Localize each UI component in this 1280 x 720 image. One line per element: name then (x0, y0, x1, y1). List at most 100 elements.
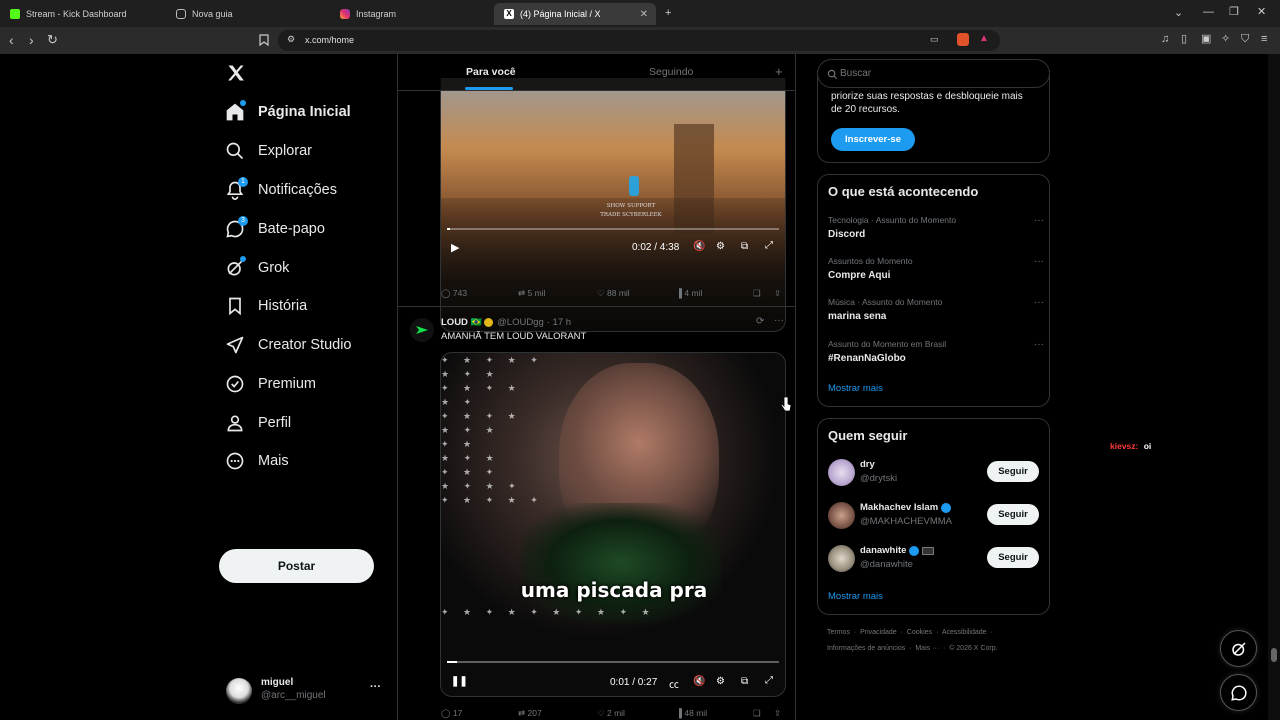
repost-button[interactable]: ⇄ 207 (518, 708, 542, 719)
browser-tab-kick[interactable]: Stream - Kick Dashboard (0, 3, 165, 25)
suggested-user-name[interactable]: Makhachev Islam (860, 502, 952, 513)
cast-icon[interactable]: ▭ (930, 35, 939, 44)
reload-icon[interactable]: ↻ (47, 33, 58, 46)
sidebar-item-profile[interactable]: Perfil (222, 406, 291, 440)
more-icon[interactable]: ··· (1034, 297, 1044, 308)
fullscreen-icon[interactable]: ⤢ (765, 240, 773, 251)
more-icon[interactable]: ··· (370, 681, 381, 693)
messages-floating-button[interactable] (1220, 674, 1257, 711)
brave-rewards-icon[interactable]: ▲ (979, 34, 989, 44)
bookmark-page-icon[interactable] (259, 34, 269, 49)
add-tab-button[interactable]: + (775, 64, 783, 79)
wallet-icon[interactable]: ▣ (1201, 34, 1211, 45)
site-settings-icon[interactable]: ⚙ (287, 35, 295, 44)
tab-following[interactable]: Seguindo (649, 66, 693, 78)
footer-link-cookies[interactable]: Cookies (907, 629, 932, 636)
post-button[interactable]: Postar (219, 549, 374, 583)
mute-icon[interactable]: 🔇 (693, 241, 705, 252)
show-more-who-link[interactable]: Mostrar mais (828, 591, 883, 602)
more-icon[interactable]: ··· (1034, 256, 1044, 267)
bookmark-icon[interactable]: ❑ (753, 288, 761, 299)
post-video[interactable]: ✦ ★ ✦ ★ ✦ ★ ✦ ★ ✦ ★ ✦ ★ ★ ✦ ✦ ★ ✦ ★ ★ ✦ ★ ✦ ★ ★… (440, 352, 786, 697)
footer-link-accessibility[interactable]: Acessibilidade (942, 629, 987, 636)
grok-floating-button[interactable] (1220, 630, 1257, 667)
new-tab-button[interactable]: + (665, 8, 671, 19)
footer-link-ads-info[interactable]: Informações de anúncios (827, 645, 905, 652)
page-scrollbar[interactable] (1268, 54, 1280, 720)
forward-icon[interactable]: › (29, 33, 34, 47)
repost-button[interactable]: ⇄ 5 mil (518, 288, 545, 299)
views-button[interactable]: ▐ 4 mil (676, 288, 702, 298)
close-window-icon[interactable]: ✕ (1257, 7, 1266, 18)
suggested-user-name[interactable]: danawhite (860, 545, 935, 556)
play-icon[interactable]: ▶ (451, 241, 459, 254)
avatar[interactable] (828, 459, 855, 486)
post-time[interactable]: · 17 h (547, 317, 571, 328)
follow-button[interactable]: Seguir (987, 504, 1039, 525)
url-field[interactable]: ⚙ x.com/home ▭ ▲ (278, 30, 1000, 51)
vpn-icon[interactable]: ⛉ (1241, 34, 1249, 45)
share-icon[interactable]: ⇪ (774, 708, 781, 719)
browser-tab-new[interactable]: Nova guia (166, 3, 331, 25)
follow-button[interactable]: Seguir (987, 461, 1039, 482)
browser-tab-instagram[interactable]: Instagram (330, 3, 495, 25)
follow-button[interactable]: Seguir (987, 547, 1039, 568)
close-icon[interactable]: ✕ (640, 9, 648, 20)
footer-link-more[interactable]: Mais ··· (915, 645, 939, 652)
show-more-trends-link[interactable]: Mostrar mais (828, 383, 883, 394)
more-icon[interactable]: ··· (1034, 339, 1044, 350)
reply-button[interactable]: ◯ 743 (441, 288, 467, 299)
scrollbar-thumb[interactable] (1271, 648, 1277, 662)
trend-item[interactable]: Música · Assunto do Momento marina sena … (828, 297, 1048, 322)
pip-icon[interactable]: ⧉ (741, 241, 748, 252)
mute-icon[interactable]: 🔇 (693, 676, 705, 687)
author-name[interactable]: LOUD (441, 317, 468, 328)
grok-icon[interactable]: ⟳ (756, 316, 764, 327)
more-icon[interactable]: ··· (1034, 215, 1044, 226)
bookmark-icon[interactable]: ❑ (753, 708, 761, 719)
maximize-icon[interactable]: ❐ (1229, 7, 1239, 18)
brave-shield-icon[interactable] (957, 33, 969, 46)
sidebar-item-chat[interactable]: 3 Bate-papo (222, 212, 325, 246)
sidebar-item-home[interactable]: Página Inicial (222, 95, 351, 129)
minimize-icon[interactable]: — (1203, 7, 1214, 18)
account-switcher[interactable]: miguel @arc__miguel ··· (226, 675, 384, 709)
more-icon[interactable]: ··· (774, 315, 784, 326)
avatar[interactable] (828, 502, 855, 529)
media-icon[interactable]: ♫ (1161, 34, 1169, 45)
pause-icon[interactable]: ❚❚ (451, 676, 468, 687)
sidebar-item-history[interactable]: História (222, 289, 307, 323)
settings-icon[interactable]: ⚙ (716, 676, 725, 687)
suggested-user-name[interactable]: dry (860, 459, 875, 470)
trend-item[interactable]: Assunto do Momento em Brasil #RenanNaGlo… (828, 339, 1048, 364)
like-button[interactable]: ♡ 88 mil (597, 288, 630, 299)
menu-icon[interactable]: ≡ (1261, 34, 1267, 45)
views-button[interactable]: ▐ 48 mil (676, 708, 707, 718)
sidebar-item-creator-studio[interactable]: Creator Studio (222, 328, 352, 362)
sidebar-item-more[interactable]: Mais (222, 444, 289, 478)
video-progress-track[interactable] (447, 228, 779, 230)
leo-ai-icon[interactable]: ✧ (1221, 34, 1230, 45)
reply-button[interactable]: ◯ 17 (441, 708, 462, 719)
author-handle[interactable]: @LOUDgg (497, 317, 544, 328)
sidebar-item-premium[interactable]: Premium (222, 367, 316, 401)
browser-tab-x[interactable]: X (4) Página Inicial / X ✕ (494, 3, 656, 25)
x-logo-icon[interactable] (226, 63, 248, 85)
avatar[interactable] (828, 545, 855, 572)
settings-icon[interactable]: ⚙ (716, 241, 725, 252)
trend-item[interactable]: Assuntos do Momento Compre Aqui ··· (828, 256, 1048, 281)
sidebar-item-explore[interactable]: Explorar (222, 134, 312, 168)
trend-item[interactable]: Tecnologia · Assunto do Momento Discord … (828, 215, 1048, 240)
back-icon[interactable]: ‹ (9, 33, 14, 47)
footer-link-terms[interactable]: Termos (827, 629, 850, 636)
video-progress-track[interactable] (447, 661, 779, 663)
avatar[interactable] (410, 318, 434, 342)
like-button[interactable]: ♡ 2 mil (597, 708, 625, 719)
sidebar-toggle-icon[interactable]: ▯ (1181, 34, 1187, 45)
fullscreen-icon[interactable]: ⤢ (765, 675, 773, 686)
pip-icon[interactable]: ⧉ (741, 676, 748, 687)
captions-icon[interactable]: ㏄ (669, 676, 679, 691)
sidebar-item-notifications[interactable]: 1 Notificações (222, 173, 337, 207)
footer-link-privacy[interactable]: Privacidade (860, 629, 897, 636)
share-icon[interactable]: ⇪ (774, 288, 781, 299)
